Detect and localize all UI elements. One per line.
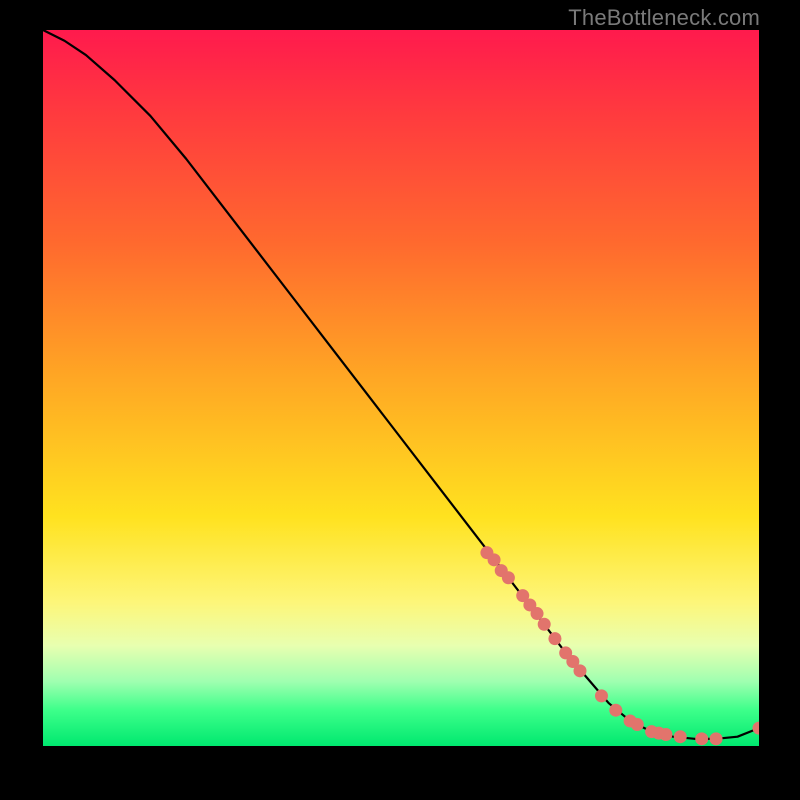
data-point xyxy=(659,728,672,741)
data-point xyxy=(674,730,687,743)
data-point xyxy=(695,732,708,745)
curve-line xyxy=(43,30,759,739)
data-point xyxy=(574,664,587,677)
chart-stage: TheBottleneck.com xyxy=(0,0,800,800)
watermark-text: TheBottleneck.com xyxy=(568,5,760,31)
data-point xyxy=(538,618,551,631)
data-point xyxy=(531,607,544,620)
scatter-dots xyxy=(480,546,759,745)
data-point xyxy=(502,571,515,584)
data-point xyxy=(609,704,622,717)
data-point xyxy=(595,689,608,702)
data-point xyxy=(710,732,723,745)
data-point xyxy=(488,553,501,566)
plot-area xyxy=(43,30,759,746)
plot-svg xyxy=(43,30,759,746)
data-point xyxy=(548,632,561,645)
data-point xyxy=(753,722,760,735)
data-point xyxy=(631,718,644,731)
